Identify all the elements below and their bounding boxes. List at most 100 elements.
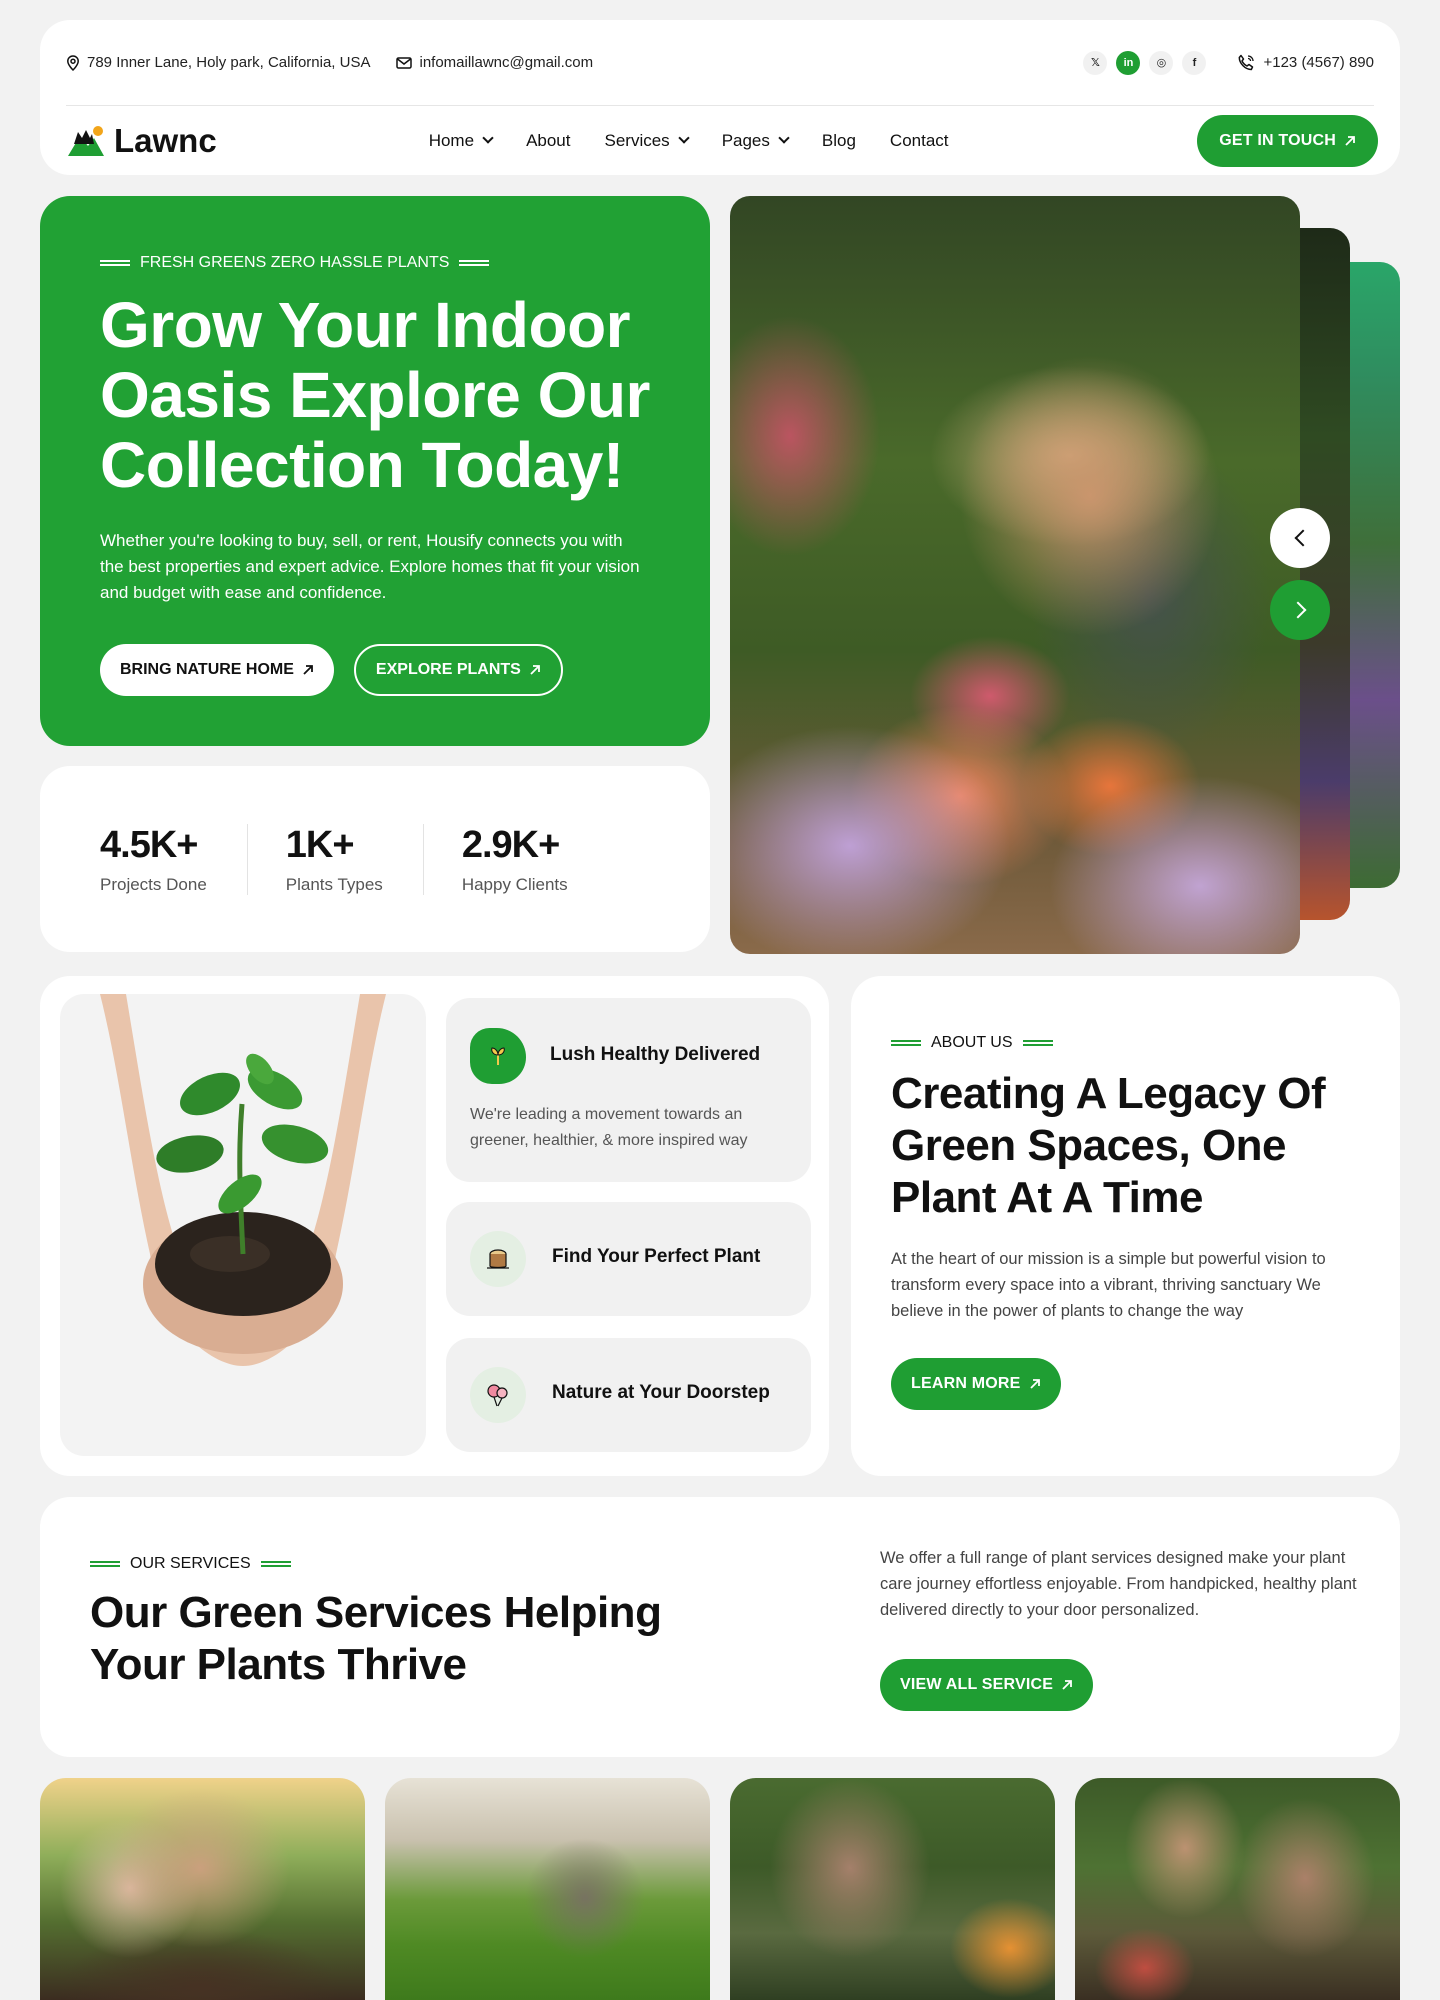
- button-label: VIEW ALL SERVICE: [900, 1676, 1054, 1693]
- get-in-touch-button[interactable]: GET IN TOUCH: [1197, 114, 1378, 167]
- instagram-icon[interactable]: ◎: [1149, 50, 1174, 75]
- service-photo[interactable]: [730, 1778, 1055, 2000]
- stat-label: Happy Clients: [461, 874, 568, 894]
- hands-plant-illustration: [100, 994, 386, 1366]
- nav-item-pages[interactable]: Pages: [721, 130, 790, 151]
- hero-description: Whether you're looking to buy, sell, or …: [100, 531, 640, 602]
- service-photos: [40, 1778, 1400, 2000]
- nav-label: Pages: [721, 130, 770, 150]
- services-eyebrow: OUR SERVICES: [90, 1555, 661, 1573]
- phone-text: +123 (4567) 890: [1263, 54, 1374, 71]
- feature-description: We're leading a movement towards an gree…: [470, 1106, 748, 1149]
- hero-section: FRESH GREENS ZERO HASSLE PLANTS Grow You…: [40, 196, 710, 746]
- feature-title: Lush Healthy Delivered: [550, 1044, 761, 1065]
- nav-item-contact[interactable]: Contact: [890, 131, 949, 151]
- arrow-up-right-icon: [303, 665, 313, 675]
- chevron-down-icon: [778, 132, 790, 144]
- eyebrow-text: ABOUT US: [931, 1034, 1013, 1051]
- button-label: LEARN MORE: [911, 1375, 1021, 1392]
- nav-menu: Home About Services Pages Blog Contact: [429, 131, 949, 151]
- balloon-flower-icon: [470, 1367, 526, 1423]
- main-nav: Lawnc Home About Services Pages Blog Con…: [66, 106, 1378, 175]
- services-intro: We offer a full range of plant services …: [880, 1545, 1360, 1711]
- phone-info[interactable]: +123 (4567) 890: [1237, 54, 1374, 72]
- stats-card: 4.5K+ Projects Done 1K+ Plants Types 2.9…: [40, 766, 710, 952]
- stat-clients: 2.9K+ Happy Clients: [422, 823, 608, 895]
- dash-decoration: [260, 1561, 291, 1567]
- address-info: 789 Inner Lane, Holy park, California, U…: [66, 54, 370, 71]
- mail-icon: [396, 56, 413, 69]
- nav-item-home[interactable]: Home: [428, 130, 494, 151]
- service-photo[interactable]: [1075, 1778, 1400, 2000]
- feature-title: Nature at Your Doorstep: [552, 1382, 770, 1403]
- nav-item-blog[interactable]: Blog: [822, 131, 856, 151]
- email-text: infomaillawnc@gmail.com: [419, 54, 594, 71]
- logo-text: Lawnc: [114, 121, 217, 159]
- explore-plants-button[interactable]: EXPLORE PLANTS: [353, 644, 563, 696]
- about-description: At the heart of our mission is a simple …: [891, 1250, 1326, 1320]
- dash-decoration: [90, 1561, 120, 1567]
- arrow-up-right-icon: [1062, 1680, 1073, 1690]
- feature-card-perfect-plant[interactable]: Find Your Perfect Plant: [446, 1202, 811, 1316]
- services-title-line: Our Green Services Helping: [90, 1588, 662, 1637]
- hero-eyebrow: FRESH GREENS ZERO HASSLE PLANTS: [100, 254, 650, 272]
- top-info-bar: 789 Inner Lane, Holy park, California, U…: [66, 20, 1374, 106]
- chevron-down-icon: [678, 132, 690, 144]
- arrow-up-right-icon: [530, 665, 540, 675]
- services-card: OUR SERVICES Our Green Services Helping …: [40, 1497, 1400, 1757]
- view-all-service-button[interactable]: VIEW ALL SERVICE: [880, 1659, 1094, 1711]
- chevron-left-icon: [1294, 529, 1311, 547]
- dash-decoration: [1022, 1040, 1053, 1046]
- nav-label: Contact: [889, 130, 949, 150]
- phone-icon: [1239, 54, 1255, 70]
- stat-label: Projects Done: [100, 874, 207, 894]
- arrow-up-right-icon: [1345, 135, 1355, 146]
- address-text: 789 Inner Lane, Holy park, California, U…: [87, 54, 371, 71]
- nav-label: About: [526, 130, 571, 150]
- dash-decoration: [891, 1040, 921, 1046]
- logo[interactable]: Lawnc: [66, 122, 217, 160]
- slider-prev-button[interactable]: [1270, 508, 1330, 568]
- about-title: Creating A Legacy Of Green Spaces, One P…: [891, 1069, 1326, 1222]
- plant-leaf-icon: [470, 1028, 526, 1084]
- stat-plants: 1K+ Plants Types: [246, 823, 423, 895]
- service-photo[interactable]: [385, 1778, 710, 2000]
- hero-title-line: Grow Your Indoor: [100, 289, 631, 361]
- dash-decoration: [100, 260, 130, 266]
- service-photo[interactable]: [40, 1778, 365, 2000]
- feature-title: Find Your Perfect Plant: [552, 1246, 761, 1267]
- about-card: ABOUT US Creating A Legacy Of Green Spac…: [851, 976, 1400, 1476]
- linkedin-icon[interactable]: in: [1116, 50, 1141, 75]
- facebook-icon[interactable]: f: [1182, 50, 1207, 75]
- stat-value: 4.5K+: [100, 823, 198, 866]
- nav-label: Services: [604, 130, 670, 150]
- bring-nature-home-button[interactable]: BRING NATURE HOME: [100, 644, 334, 696]
- site-header: 789 Inner Lane, Holy park, California, U…: [40, 20, 1400, 175]
- location-pin-icon: [67, 54, 79, 71]
- services-heading: OUR SERVICES Our Green Services Helping …: [90, 1555, 662, 1691]
- services-title: Our Green Services Helping Your Plants T…: [90, 1587, 662, 1691]
- x-icon[interactable]: 𝕏: [1083, 50, 1108, 75]
- slider-next-button[interactable]: [1270, 580, 1330, 640]
- features-card: Lush Healthy Delivered We're leading a m…: [40, 976, 829, 1476]
- hero-title-line: Oasis Explore Our: [100, 359, 650, 431]
- stat-value: 1K+: [285, 823, 355, 866]
- learn-more-button[interactable]: LEARN MORE: [891, 1358, 1061, 1410]
- nav-label: Home: [428, 130, 475, 150]
- tree-stump-icon: [470, 1231, 526, 1287]
- nav-item-services[interactable]: Services: [604, 130, 690, 151]
- hero-buttons: BRING NATURE HOME EXPLORE PLANTS: [100, 644, 650, 696]
- chevron-down-icon: [482, 132, 494, 144]
- eyebrow-text: OUR SERVICES: [130, 1555, 251, 1572]
- email-info[interactable]: infomaillawnc@gmail.com: [396, 54, 593, 71]
- feature-card-lush[interactable]: Lush Healthy Delivered We're leading a m…: [446, 998, 811, 1182]
- plant-in-hands-image: [60, 994, 426, 1456]
- social-phone: 𝕏 in ◎ f +123 (4567) 890: [1083, 50, 1374, 75]
- hero-title: Grow Your Indoor Oasis Explore Our Colle…: [100, 290, 650, 500]
- feature-card-doorstep[interactable]: Nature at Your Doorstep: [446, 1338, 811, 1452]
- services-description: We offer a full range of plant services …: [880, 1549, 1357, 1619]
- about-eyebrow: ABOUT US: [891, 1034, 1360, 1052]
- dash-decoration: [459, 260, 490, 266]
- nav-item-about[interactable]: About: [526, 131, 570, 151]
- services-title-line: Your Plants Thrive: [90, 1640, 467, 1689]
